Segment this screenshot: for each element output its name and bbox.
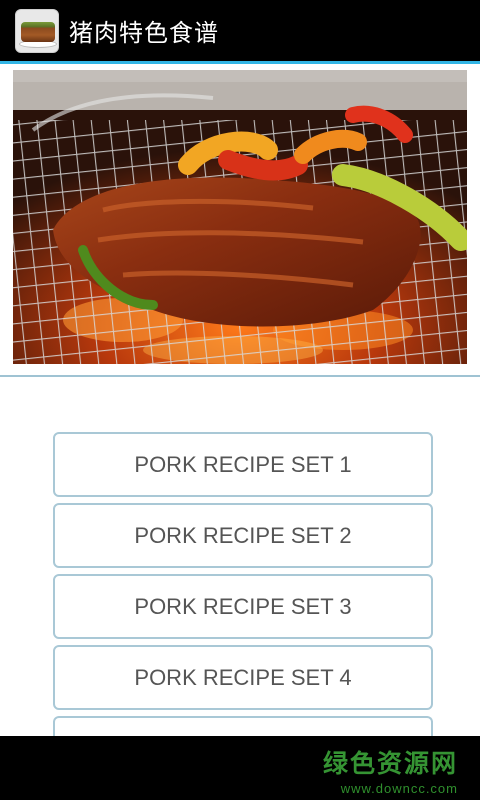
recipe-set-4-button[interactable]: PORK RECIPE SET 4 <box>53 645 433 710</box>
ad-brand-text: 绿色资源网 <box>322 749 458 778</box>
ad-banner[interactable]: 绿色资源网 www.downcc.com <box>0 736 480 800</box>
recipe-set-3-button[interactable]: PORK RECIPE SET 3 <box>53 574 433 639</box>
ad-logo: 绿色资源网 www.downcc.com <box>323 744 458 796</box>
recipe-set-5-button[interactable] <box>53 716 433 736</box>
action-bar: 猪肉特色食谱 <box>0 0 480 64</box>
ad-url-text: www.downcc.com <box>340 781 458 796</box>
app-icon[interactable] <box>15 8 59 53</box>
recipe-set-1-button[interactable]: PORK RECIPE SET 1 <box>53 432 433 497</box>
grilled-pork-illustration <box>13 70 467 364</box>
food-shape <box>21 21 55 42</box>
recipe-list: PORK RECIPE SET 1 PORK RECIPE SET 2 PORK… <box>53 432 433 742</box>
hero-section <box>0 64 480 377</box>
recipe-set-2-button[interactable]: PORK RECIPE SET 2 <box>53 503 433 568</box>
app-title: 猪肉特色食谱 <box>69 19 219 47</box>
hero-image <box>13 70 467 364</box>
